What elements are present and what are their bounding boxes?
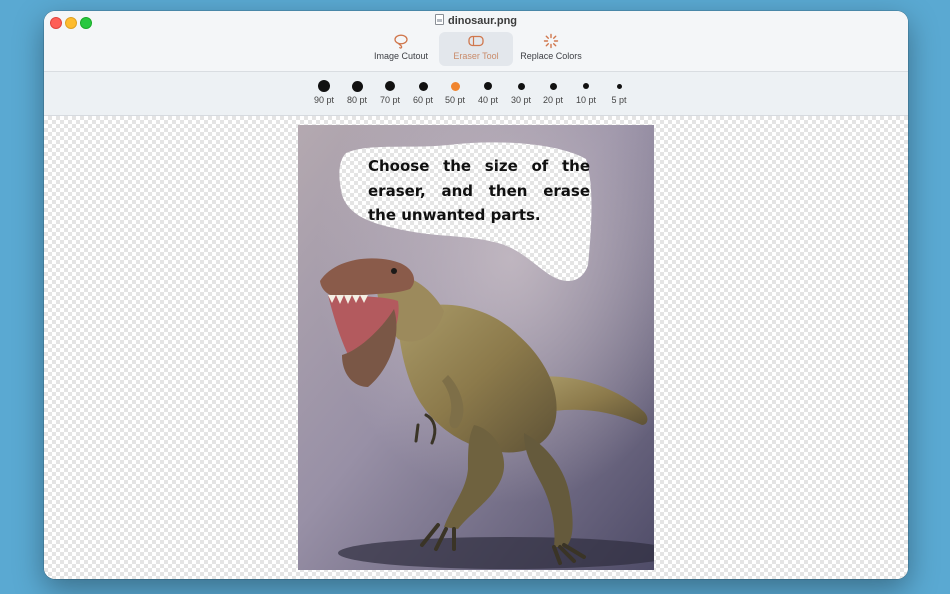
size-dot-icon xyxy=(450,81,460,91)
size-dot-icon xyxy=(484,82,492,90)
size-dot-icon xyxy=(318,80,330,92)
eraser-size-90[interactable]: 90 pt xyxy=(307,78,341,114)
window-title-text: dinosaur.png xyxy=(447,15,518,27)
eraser-size-70[interactable]: 70 pt xyxy=(373,78,407,114)
app-window: dinosaur.png Image Cutout Eraser Tool Re… xyxy=(44,11,908,579)
eraser-size-label: 80 pt xyxy=(346,95,368,105)
eraser-size-label: 10 pt xyxy=(575,95,597,105)
eraser-size-label: 90 pt xyxy=(313,95,335,105)
lasso-icon xyxy=(364,32,438,50)
eraser-size-80[interactable]: 80 pt xyxy=(340,78,374,114)
size-dot-icon xyxy=(385,81,395,91)
tool-replace-colors-label: Replace Colors xyxy=(520,51,582,61)
title-bar: dinosaur.png Image Cutout Eraser Tool Re… xyxy=(44,11,908,72)
eraser-size-50[interactable]: 50 pt xyxy=(438,78,472,114)
size-dot-icon xyxy=(517,82,525,90)
tool-image-cutout-label: Image Cutout xyxy=(373,51,429,61)
size-dot-icon xyxy=(351,80,363,92)
eraser-size-20[interactable]: 20 pt xyxy=(536,78,570,114)
eraser-size-30[interactable]: 30 pt xyxy=(504,78,538,114)
sparkle-icon xyxy=(514,32,588,50)
size-dot-icon xyxy=(583,83,589,89)
image-canvas[interactable]: Choose the size of the eraser, and then … xyxy=(44,116,908,579)
eraser-size-10[interactable]: 10 pt xyxy=(569,78,603,114)
image-caption: Choose the size of the eraser, and then … xyxy=(368,157,590,224)
eraser-size-label: 30 pt xyxy=(510,95,532,105)
eraser-size-bar: 90 pt 80 pt 70 pt 60 pt 50 pt 40 pt 30 p… xyxy=(44,72,908,116)
dinosaur-image[interactable]: Choose the size of the eraser, and then … xyxy=(298,125,654,570)
tool-eraser-label: Eraser Tool xyxy=(453,51,499,61)
eraser-size-label: 5 pt xyxy=(611,95,627,105)
window-title: dinosaur.png xyxy=(44,14,908,27)
size-dot-icon xyxy=(616,83,622,89)
eraser-size-60[interactable]: 60 pt xyxy=(406,78,440,114)
eraser-size-5[interactable]: 5 pt xyxy=(602,78,636,114)
eraser-size-label: 50 pt xyxy=(444,95,466,105)
eraser-size-label: 60 pt xyxy=(412,95,434,105)
eraser-size-label: 70 pt xyxy=(379,95,401,105)
eraser-size-label: 20 pt xyxy=(542,95,564,105)
tool-replace-colors[interactable]: Replace Colors xyxy=(514,32,588,66)
tool-eraser[interactable]: Eraser Tool xyxy=(439,32,513,66)
tool-image-cutout[interactable]: Image Cutout xyxy=(364,32,438,66)
eraser-size-40[interactable]: 40 pt xyxy=(471,78,505,114)
eraser-size-label: 40 pt xyxy=(477,95,499,105)
document-icon xyxy=(434,14,444,25)
size-dot-icon xyxy=(418,81,428,91)
eraser-icon xyxy=(439,32,513,50)
size-dot-icon xyxy=(549,82,557,90)
